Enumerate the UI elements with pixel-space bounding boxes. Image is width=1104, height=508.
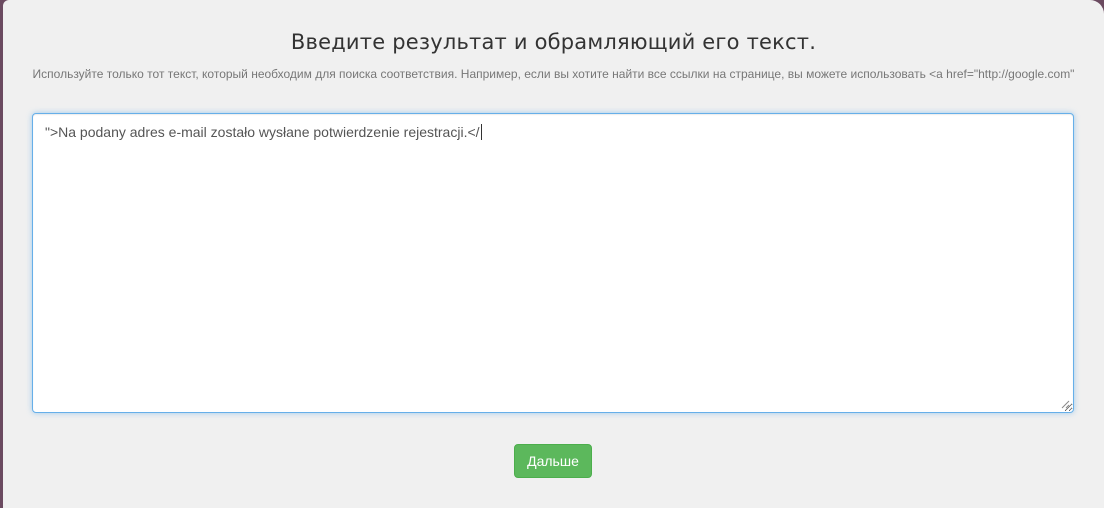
- page-title: Введите результат и обрамляющий его текс…: [290, 30, 817, 54]
- hint-text: Используйте только тот текст, который не…: [32, 67, 1075, 81]
- text-caret: [480, 124, 482, 140]
- next-button[interactable]: Дальше: [514, 444, 592, 478]
- result-textarea[interactable]: ">Na podany adres e-mail zostało wysłane…: [32, 113, 1074, 413]
- form-panel: Введите результат и обрамляющий его текс…: [3, 0, 1104, 508]
- textarea-content: ">Na podany adres e-mail zostało wysłane…: [45, 124, 480, 140]
- resize-handle-icon[interactable]: [1061, 400, 1070, 409]
